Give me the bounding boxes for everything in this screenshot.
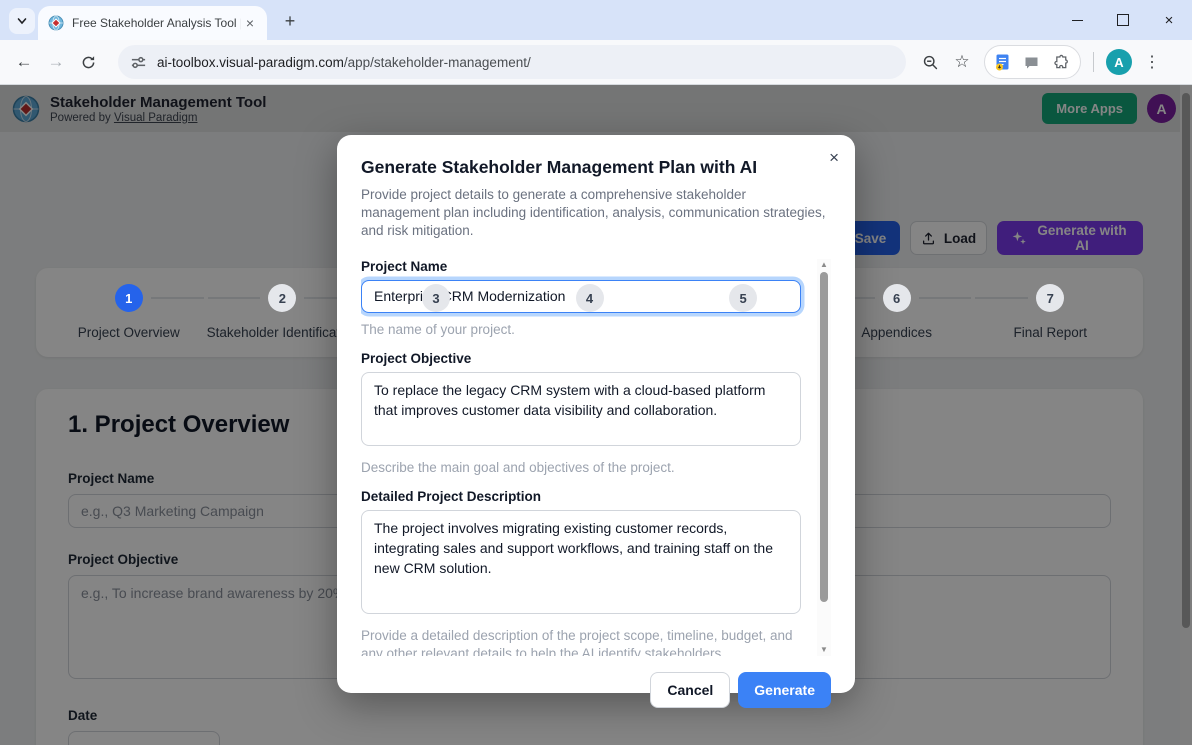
modal-project-objective-label: Project Objective	[361, 351, 801, 366]
modal-scrollbar[interactable]: ▲ ▼	[817, 259, 831, 656]
page-viewport: Stakeholder Management Tool Powered by V…	[0, 85, 1192, 745]
new-tab-button[interactable]: +	[278, 9, 302, 33]
browser-tab[interactable]: Free Stakeholder Analysis Tool | ×	[38, 6, 267, 40]
forward-button[interactable]: →	[40, 46, 72, 78]
modal-detailed-description-help: Provide a detailed description of the pr…	[361, 627, 801, 656]
window-close-button[interactable]: ×	[1146, 0, 1192, 40]
window-minimize-button[interactable]	[1054, 0, 1100, 40]
favicon-icon	[48, 15, 64, 31]
scroll-down-icon[interactable]: ▼	[820, 644, 828, 656]
modal-footer: Cancel Generate	[361, 672, 831, 708]
browser-profile-avatar[interactable]: A	[1106, 49, 1132, 75]
modal-detailed-description-label: Detailed Project Description	[361, 489, 801, 504]
browser-titlebar: Free Stakeholder Analysis Tool | × + ×	[0, 0, 1192, 40]
chevron-down-icon	[16, 15, 28, 27]
modal-detailed-description-textarea[interactable]: The project involves migrating existing …	[361, 510, 801, 614]
browser-toolbar: ← → ai-toolbox.visual-paradigm.com/app/s…	[0, 40, 1192, 85]
modal-description: Provide project details to generate a co…	[361, 186, 827, 241]
cancel-button[interactable]: Cancel	[650, 672, 730, 708]
reload-button[interactable]	[72, 46, 104, 78]
bookmark-button[interactable]: ☆	[946, 46, 978, 78]
generate-plan-modal: × Generate Stakeholder Management Plan w…	[337, 135, 855, 693]
extensions-pill	[984, 45, 1081, 79]
generate-button[interactable]: Generate	[738, 672, 831, 708]
docs-extension-icon[interactable]	[995, 54, 1010, 71]
modal-body: Project Name The name of your project. P…	[361, 259, 831, 656]
reload-icon	[80, 54, 97, 71]
browser-menu-button[interactable]: ⋮	[1138, 52, 1166, 72]
modal-project-name-label: Project Name	[361, 259, 801, 274]
scroll-up-icon[interactable]: ▲	[820, 259, 828, 271]
tab-title: Free Stakeholder Analysis Tool |	[72, 16, 241, 30]
star-icon: ☆	[954, 52, 969, 72]
site-info-icon[interactable]	[130, 54, 147, 71]
tab-search-button[interactable]	[9, 8, 35, 34]
zoom-out-icon	[922, 54, 939, 71]
modal-close-icon[interactable]: ×	[829, 149, 839, 166]
tab-close-icon[interactable]: ×	[241, 14, 259, 32]
feedback-extension-icon[interactable]	[1024, 55, 1039, 70]
modal-project-objective-textarea[interactable]: To replace the legacy CRM system with a …	[361, 372, 801, 446]
extensions-puzzle-icon[interactable]	[1053, 54, 1070, 71]
window-maximize-button[interactable]	[1100, 0, 1146, 40]
browser-window: Free Stakeholder Analysis Tool | × + × ←…	[0, 0, 1192, 745]
modal-scrollbar-thumb[interactable]	[820, 272, 828, 602]
modal-project-objective-help: Describe the main goal and objectives of…	[361, 459, 801, 477]
modal-project-name-help: The name of your project.	[361, 321, 801, 339]
address-bar[interactable]: ai-toolbox.visual-paradigm.com/app/stake…	[118, 45, 906, 79]
back-button[interactable]: ←	[8, 46, 40, 78]
url-text: ai-toolbox.visual-paradigm.com/app/stake…	[157, 55, 531, 70]
toolbar-separator	[1093, 52, 1094, 72]
zoom-button[interactable]	[914, 46, 946, 78]
modal-title: Generate Stakeholder Management Plan wit…	[361, 157, 831, 178]
